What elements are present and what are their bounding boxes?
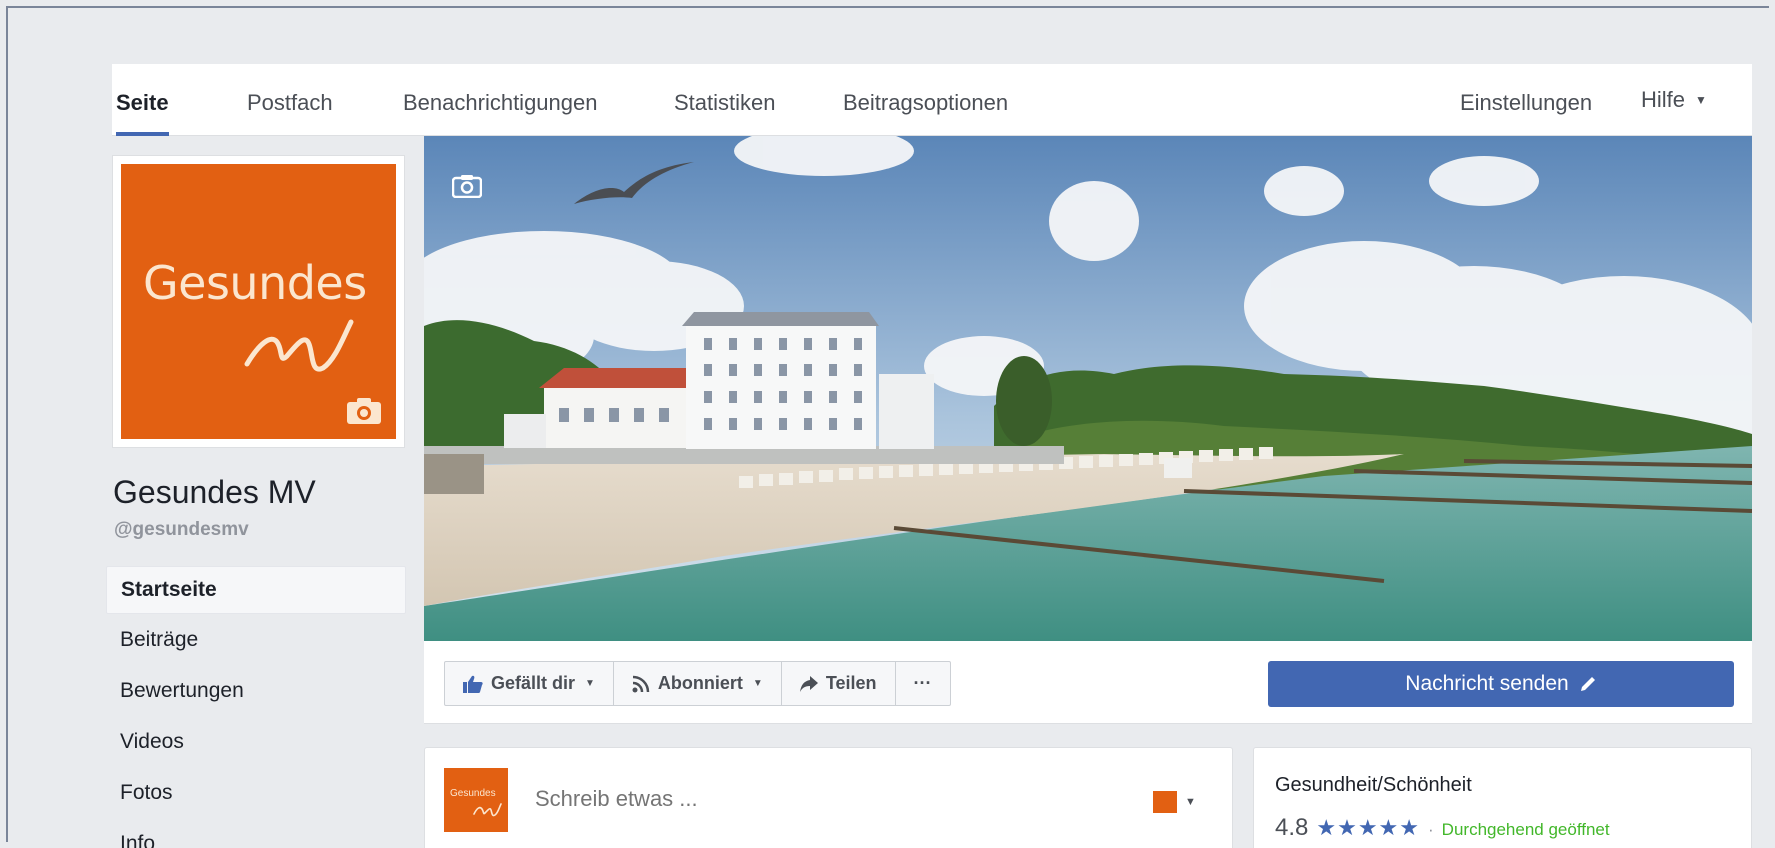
page-about-card: Gesundheit/Schönheit 4.8 ★★★★★ · Durchge… bbox=[1253, 747, 1752, 848]
page-username[interactable]: @gesundesmv bbox=[114, 519, 249, 541]
more-options-button[interactable]: ··· bbox=[896, 662, 950, 705]
send-message-label: Nachricht senden bbox=[1405, 672, 1569, 695]
tab-einstellungen[interactable]: Einstellungen bbox=[1460, 64, 1592, 136]
chevron-down-icon: ▼ bbox=[585, 678, 595, 689]
post-as-selector[interactable]: ▼ bbox=[1153, 791, 1196, 813]
help-label: Hilfe bbox=[1641, 87, 1686, 112]
mv-logo-mark bbox=[473, 803, 502, 817]
sidebar-item-beitraege[interactable]: Beiträge bbox=[106, 614, 406, 665]
share-arrow-icon bbox=[799, 675, 818, 692]
thumbs-up-icon bbox=[463, 675, 483, 693]
rating-stars-icon[interactable]: ★★★★★ bbox=[1316, 815, 1420, 841]
cover-photo[interactable] bbox=[424, 136, 1752, 641]
profile-picture-frame[interactable]: Gesundes bbox=[112, 155, 405, 448]
share-label: Teilen bbox=[825, 673, 877, 693]
page-title: Gesundes MV bbox=[113, 474, 316, 510]
page-sidebar-nav: Startseite Beiträge Bewertungen Videos F… bbox=[106, 566, 406, 848]
chevron-down-icon: ▼ bbox=[1695, 93, 1707, 107]
sidebar-item-videos[interactable]: Videos bbox=[106, 716, 406, 767]
tab-seite[interactable]: Seite bbox=[116, 64, 169, 136]
follow-button[interactable]: Abonniert ▼ bbox=[614, 662, 782, 705]
rating-value: 4.8 bbox=[1275, 814, 1309, 841]
separator: · bbox=[1428, 820, 1434, 839]
page-admin-nav: Seite Postfach Benachrichtigungen Statis… bbox=[112, 64, 1752, 136]
sidebar-item-bewertungen[interactable]: Bewertungen bbox=[106, 665, 406, 716]
share-button[interactable]: Teilen bbox=[782, 662, 896, 705]
page-category[interactable]: Gesundheit/Schönheit bbox=[1275, 774, 1472, 797]
cover-photo-image bbox=[424, 136, 1752, 641]
post-composer: Gesundes ▼ bbox=[424, 747, 1233, 848]
avatar-logo-word: Gesundes bbox=[450, 788, 496, 799]
send-message-button[interactable]: Nachricht senden bbox=[1268, 661, 1734, 707]
pencil-icon bbox=[1580, 677, 1595, 691]
more-icon: ··· bbox=[913, 673, 932, 693]
mv-logo-mark bbox=[244, 319, 354, 372]
logo-word: Gesundes bbox=[143, 256, 367, 310]
follow-label: Abonniert bbox=[657, 673, 743, 693]
opening-status: Durchgehend geöffnet bbox=[1441, 820, 1610, 839]
page-avatar-small bbox=[1153, 791, 1177, 813]
post-composer-input[interactable] bbox=[535, 786, 1035, 812]
avatar: Gesundes bbox=[444, 768, 508, 832]
tab-beitragsoptionen[interactable]: Beitragsoptionen bbox=[843, 64, 1008, 136]
profile-picture: Gesundes bbox=[121, 164, 396, 439]
like-button[interactable]: Gefällt dir ▼ bbox=[445, 662, 614, 705]
chevron-down-icon: ▼ bbox=[752, 678, 763, 689]
tab-statistiken[interactable]: Statistiken bbox=[674, 64, 776, 136]
sidebar-item-info[interactable]: Info bbox=[106, 818, 406, 848]
sidebar-item-fotos[interactable]: Fotos bbox=[106, 767, 406, 818]
help-menu[interactable]: Hilfe ▼ bbox=[1641, 64, 1707, 136]
rating-row: 4.8 ★★★★★ · Durchgehend geöffnet bbox=[1275, 814, 1610, 842]
like-label: Gefällt dir bbox=[491, 673, 576, 693]
chevron-down-icon: ▼ bbox=[1185, 796, 1196, 808]
camera-icon[interactable] bbox=[452, 174, 482, 198]
sidebar-item-startseite[interactable]: Startseite bbox=[106, 566, 406, 614]
rss-icon bbox=[632, 675, 650, 692]
camera-icon[interactable] bbox=[346, 397, 382, 425]
tab-benachrichtigungen[interactable]: Benachrichtigungen bbox=[403, 64, 597, 136]
tab-postfach[interactable]: Postfach bbox=[247, 64, 333, 136]
page-action-buttons: Gefällt dir ▼ Abonniert ▼ Teilen ··· bbox=[444, 661, 951, 706]
page-action-bar: Gefällt dir ▼ Abonniert ▼ Teilen ··· Nac… bbox=[424, 641, 1752, 724]
